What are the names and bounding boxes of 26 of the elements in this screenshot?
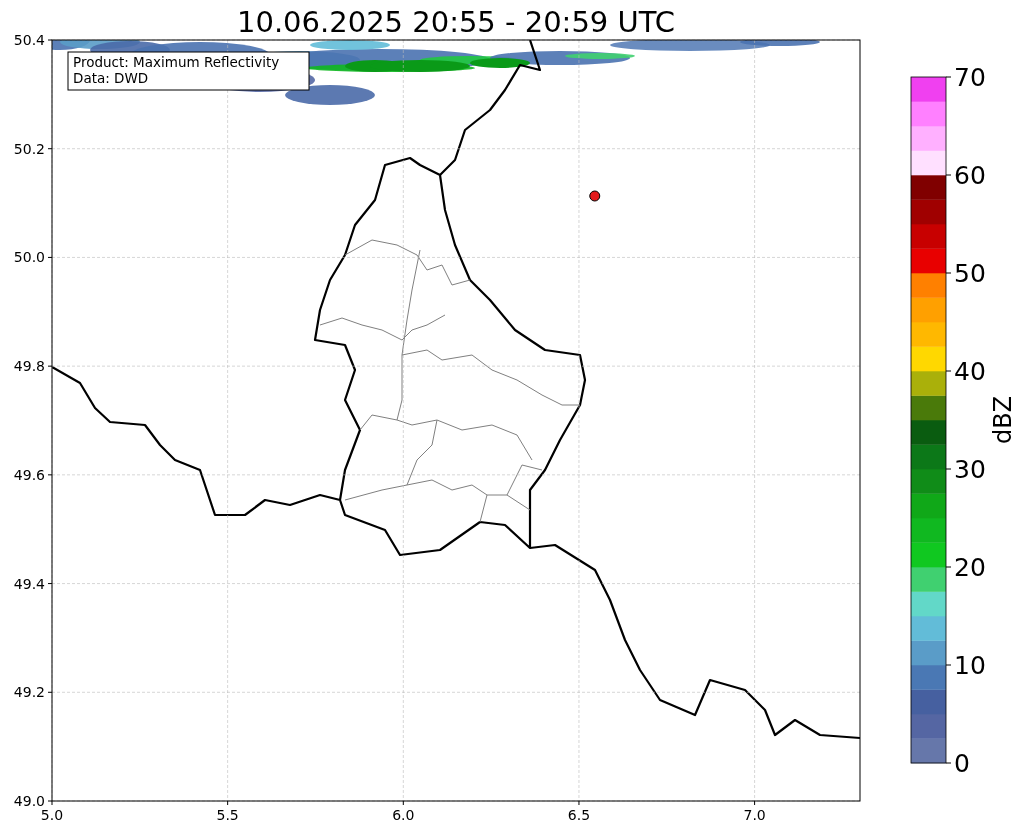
colorbar-tick-label: 50 xyxy=(954,259,986,288)
colorbar-tick-label: 70 xyxy=(954,63,986,92)
y-tick-label: 49.4 xyxy=(13,575,45,592)
x-tick-label: 5.5 xyxy=(216,807,239,823)
chart-title: 10.06.2025 20:55 - 20:59 UTC xyxy=(237,5,675,39)
y-tick-label: 50.0 xyxy=(13,249,45,266)
y-tick-label: 49.6 xyxy=(13,466,45,483)
y-tick-label: 49.0 xyxy=(13,793,45,809)
y-tick-label: 49.8 xyxy=(13,358,45,375)
x-tick-label: 6.5 xyxy=(567,807,591,823)
colorbar-tick-label: 40 xyxy=(954,357,986,386)
annotation-box: Product: Maximum Reflectivity Data: DWD xyxy=(67,51,310,91)
x-tick-label: 7.0 xyxy=(743,807,766,823)
annotation: Data: DWD xyxy=(73,70,149,86)
colorbar-tick-label: 30 xyxy=(954,455,986,484)
x-tick-label: 5.0 xyxy=(40,807,64,823)
colorbar-label: dBZ xyxy=(989,395,1017,445)
y-tick-label: 50.4 xyxy=(13,32,45,48)
colorbar-tick-label: 0 xyxy=(954,749,970,778)
y-tick-label: 49.2 xyxy=(13,684,45,701)
annotation: Product: Maximum Reflectivity xyxy=(73,54,280,70)
colorbar-tick-label: 60 xyxy=(954,161,986,190)
colorbar-tick-label: 20 xyxy=(954,553,986,582)
x-tick-label: 6.0 xyxy=(392,807,415,823)
y-tick-label: 50.2 xyxy=(13,140,45,157)
colorbar-tick-label: 10 xyxy=(954,651,986,680)
